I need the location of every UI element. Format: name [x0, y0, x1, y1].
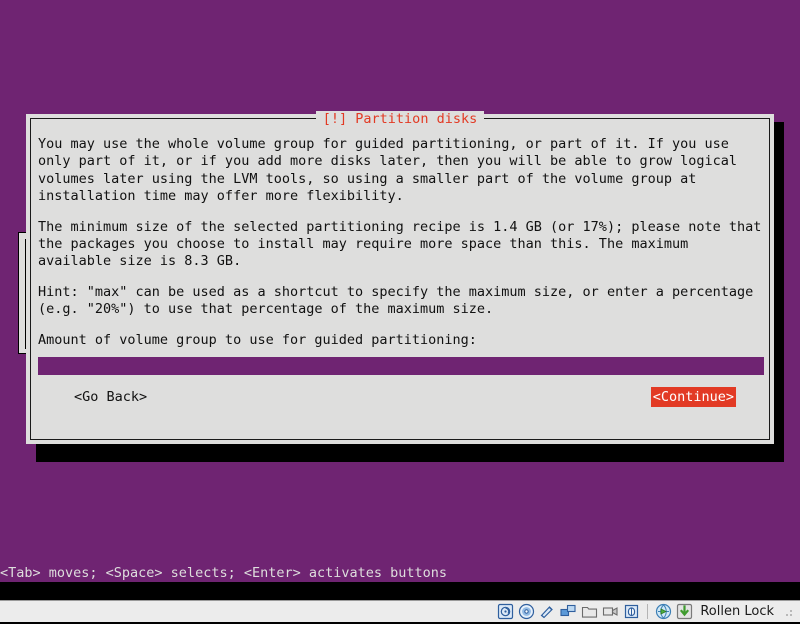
optical-disk-icon[interactable] [518, 603, 535, 620]
paragraph-minimum-size: The minimum size of the selected partiti… [38, 218, 762, 270]
host-key-label: Rollen Lock [700, 604, 774, 619]
keyboard-help-line: <Tab> moves; <Space> selects; <Enter> ac… [0, 565, 448, 581]
statusbar-separator [647, 604, 649, 619]
amount-prompt-label: Amount of volume group to use for guided… [38, 331, 477, 348]
partition-disks-dialog: You may use the whole volume group for g… [26, 114, 774, 444]
amount-input[interactable]: 8.3 GB__________________________________… [38, 357, 764, 376]
floppy-disk-icon[interactable] [539, 603, 556, 620]
go-back-button[interactable]: <Go Back> [72, 387, 149, 407]
resize-grip[interactable] [782, 605, 794, 618]
shared-folders-icon[interactable] [581, 603, 598, 620]
paragraph-hint: Hint: "max" can be used as a shortcut to… [38, 283, 754, 318]
dialog-shadow-bottom [36, 444, 784, 462]
video-capture-icon[interactable] [602, 603, 619, 620]
virtualbox-status-bar: Rollen Lock [0, 600, 800, 622]
dialog-buttons-row: <Go Back> <Continue> [38, 387, 764, 409]
console-bottom-filler [0, 582, 800, 600]
continue-button[interactable]: <Continue> [650, 387, 736, 408]
network-icon[interactable] [560, 603, 577, 620]
remote-desktop-icon[interactable] [655, 603, 672, 620]
dialog-body: You may use the whole volume group for g… [38, 136, 764, 436]
host-key-icon[interactable] [676, 603, 693, 620]
hard-disk-icon[interactable] [497, 603, 514, 620]
vm-console-screen[interactable]: You may use the whole volume group for g… [0, 0, 800, 600]
paragraph-volume-group-usage: You may use the whole volume group for g… [38, 136, 737, 205]
cpu-icon[interactable] [623, 603, 640, 620]
